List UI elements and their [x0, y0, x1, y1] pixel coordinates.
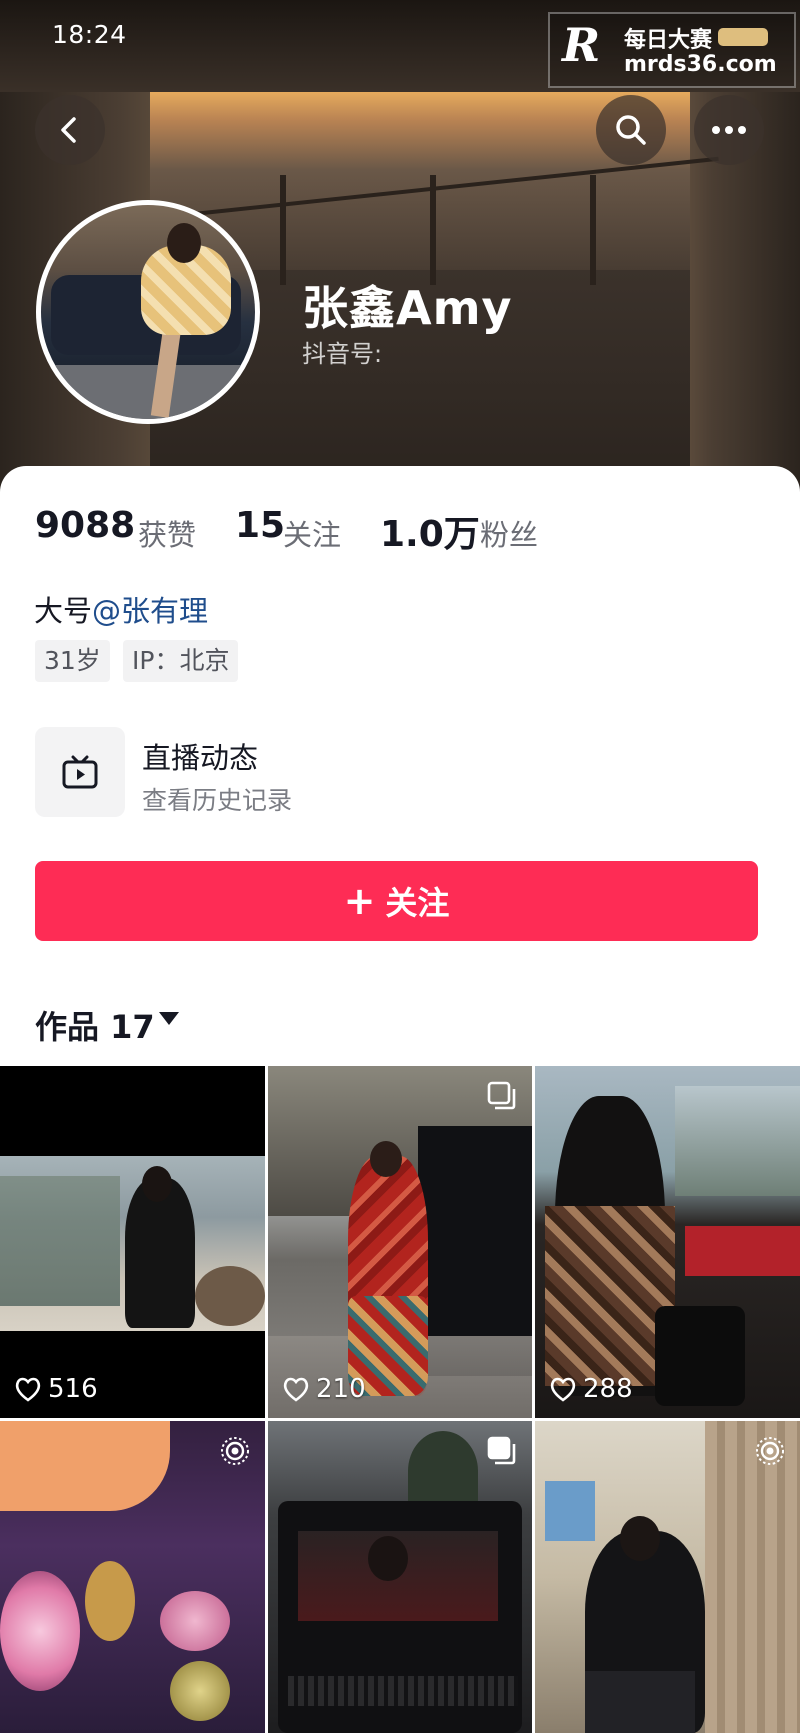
like-count-value: 210 [316, 1374, 366, 1404]
video-tile[interactable] [535, 1421, 800, 1733]
follow-button[interactable]: + 关注 [35, 861, 758, 941]
heart-icon [283, 1377, 309, 1402]
following-label[interactable]: 关注 [283, 512, 341, 554]
chevron-left-icon [61, 117, 76, 143]
video-tile[interactable]: 210 [268, 1066, 532, 1418]
like-count: 210 [282, 1374, 366, 1404]
bio-mention-link[interactable]: @张有理 [92, 594, 208, 628]
search-icon [616, 115, 646, 145]
like-count: 516 [14, 1374, 98, 1404]
caret-down-icon[interactable] [159, 1012, 179, 1025]
followers-count[interactable]: 1.0万 [380, 505, 480, 557]
bio: 大号@张有理 [34, 588, 208, 630]
back-button[interactable] [35, 95, 105, 165]
watermark: R 每日大赛 mrds36.com [548, 12, 796, 88]
profile-name: 张鑫Amy [302, 281, 513, 335]
bio-prefix: 大号 [34, 594, 93, 628]
heart-icon [550, 1377, 576, 1402]
works-tab[interactable]: 作品 17 [35, 1002, 155, 1048]
status-time: 18:24 [52, 20, 127, 49]
multi-image-icon [487, 1081, 516, 1110]
avatar[interactable] [36, 200, 260, 424]
video-tile[interactable] [268, 1421, 532, 1733]
likes-count[interactable]: 9088 [35, 505, 135, 546]
live-title[interactable]: 直播动态 [142, 735, 258, 777]
live-subtitle[interactable]: 查看历史记录 [142, 781, 292, 817]
heart-icon [15, 1377, 41, 1402]
video-tile[interactable] [0, 1421, 265, 1733]
age-tag: 31岁 [35, 640, 110, 682]
battery-icon [718, 28, 768, 46]
tv-icon [62, 755, 98, 789]
watermark-url: mrds36.com [624, 52, 777, 77]
more-button[interactable] [694, 95, 764, 165]
following-count[interactable]: 15 [235, 505, 285, 546]
likes-label[interactable]: 获赞 [138, 512, 196, 554]
more-dots-icon [712, 126, 746, 134]
live-history-entry[interactable] [35, 727, 125, 817]
watermark-title: 每日大赛 [624, 28, 713, 53]
live-photo-icon [756, 1437, 784, 1465]
video-tile[interactable]: 288 [535, 1066, 800, 1418]
video-tile[interactable]: 516 [0, 1066, 265, 1418]
plus-icon: + [343, 879, 376, 923]
ip-tag: IP：北京 [123, 640, 239, 682]
like-count-value: 516 [48, 1374, 98, 1404]
watermark-logo: R [562, 18, 601, 72]
live-photo-icon [221, 1437, 249, 1465]
followers-label[interactable]: 粉丝 [480, 512, 538, 554]
like-count: 288 [549, 1374, 633, 1404]
like-count-value: 288 [583, 1374, 633, 1404]
follow-button-label: 关注 [385, 884, 450, 922]
douyin-id[interactable]: 抖音号: [302, 334, 382, 369]
multi-image-icon [487, 1436, 516, 1465]
search-button[interactable] [596, 95, 666, 165]
